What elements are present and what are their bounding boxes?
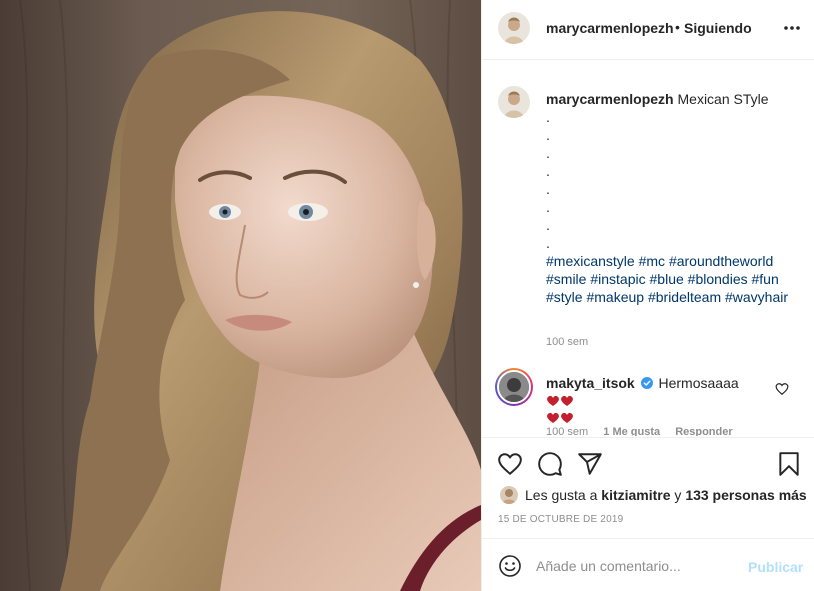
heart-icon[interactable] [497,451,523,477]
publish-button[interactable]: Publicar [748,559,803,575]
red-hearts-emoji-icon [547,395,573,406]
likes-others-link[interactable]: 133 personas más [685,487,806,503]
separator-dot: • [675,19,680,35]
liker-avatar[interactable] [500,486,518,504]
verified-badge-icon [640,377,653,389]
action-bar [482,437,814,487]
hashtag-link[interactable]: #style [546,289,583,305]
post-details-panel: marycarmenlopezh • Siguiendo marycarmenl… [481,0,814,591]
hashtag-link[interactable]: #mc [639,253,665,269]
caption-dot: . [546,235,550,251]
caption-hashtags: #mexicanstyle #mc #aroundtheworld #smile… [546,252,798,306]
hashtag-link[interactable]: #wavyhair [725,289,788,305]
comment-icon[interactable] [537,451,563,477]
caption-author-avatar[interactable] [498,86,530,118]
comment-timestamp[interactable]: 100 sem [546,426,588,436]
hashtag-link[interactable]: #bridelteam [648,289,721,305]
hashtag-link[interactable]: #smile [546,271,586,287]
comment-likes[interactable]: 1 Me gusta [603,426,660,436]
hashtag-link[interactable]: #fun [752,271,779,287]
hashtag-link[interactable]: #mexicanstyle [546,253,635,269]
caption-dot: . [546,181,550,197]
caption-dot: . [546,145,550,161]
more-options-icon[interactable] [782,18,802,38]
caption-username[interactable]: marycarmenlopezh [546,91,674,107]
post-date[interactable]: 15 DE OCTUBRE DE 2019 [498,514,623,525]
caption-dot: . [546,127,550,143]
comment-input[interactable] [536,556,736,576]
caption-dot: . [546,163,550,179]
caption-dot: . [546,217,550,233]
comment-body: makyta_itsok Hermosaaaa [546,374,766,428]
caption-dot: . [546,199,550,215]
hashtag-link[interactable]: #instapic [590,271,645,287]
caption-text: Mexican STyle [677,91,769,107]
caption-timestamp[interactable]: 100 sem [546,336,588,348]
hashtag-link[interactable]: #makeup [586,289,644,305]
emoji-icon[interactable] [498,554,522,578]
hashtag-link[interactable]: #aroundtheworld [669,253,773,269]
likes-prefix: Les gusta a [525,487,598,503]
post-photo[interactable] [0,0,481,591]
liker-username[interactable]: kitziamitre [601,487,670,503]
portrait-image [0,0,481,591]
author-avatar[interactable] [498,12,530,44]
following-button[interactable]: Siguiendo [684,20,752,36]
likes-conjunction: y [674,487,682,503]
bookmark-icon[interactable] [776,451,802,477]
post-caption: marycarmenlopezh Mexican STyle . . . . .… [546,90,798,306]
add-comment-bar: Publicar [482,538,814,591]
red-hearts-emoji-icon [547,412,573,423]
caption-dot: . [546,109,550,125]
comments-list[interactable]: marycarmenlopezh Mexican STyle . . . . .… [482,66,814,436]
share-icon[interactable] [577,451,603,477]
hashtag-link[interactable]: #blondies [688,271,748,287]
comment-meta: 100 sem 1 Me gusta Responder [546,426,745,436]
comment-text: Hermosaaaa [658,375,739,391]
commenter-avatar[interactable] [495,368,533,406]
comment-like-heart-icon[interactable] [775,382,789,396]
reply-button[interactable]: Responder [675,426,732,436]
post-header: marycarmenlopezh • Siguiendo [482,0,814,60]
commenter-username[interactable]: makyta_itsok [546,375,635,391]
caption-dots: . . . . . . . . [546,108,798,252]
hashtag-link[interactable]: #blue [650,271,684,287]
author-username[interactable]: marycarmenlopezh [546,20,674,36]
